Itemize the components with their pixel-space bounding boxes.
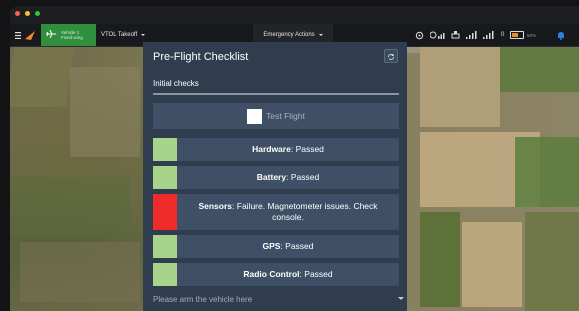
- window-controls: [15, 11, 40, 16]
- check-name: Battery: [256, 171, 287, 182]
- flight-mode-dropdown[interactable]: VTOL Takeoff: [101, 24, 146, 46]
- test-flight-label: Test Flight: [266, 111, 305, 121]
- check-name: Sensors: [198, 200, 233, 211]
- check-name: Hardware: [252, 143, 291, 154]
- section-label: Initial checks: [153, 79, 199, 88]
- check-status: Passed: [304, 268, 333, 279]
- notification-bell-icon[interactable]: [557, 24, 565, 46]
- preflight-checklist-panel: Pre-Flight Checklist Initial checks Test…: [143, 42, 407, 311]
- link-count: 0: [501, 32, 505, 38]
- arm-vehicle-hint[interactable]: Please arm the vehicle here: [153, 295, 252, 304]
- rc-signal-icon[interactable]: [466, 24, 477, 46]
- test-flight-checkbox[interactable]: [247, 108, 263, 124]
- check-row-battery[interactable]: Battery: Passed: [153, 166, 399, 189]
- check-row-hardware[interactable]: Hardware: Passed: [153, 138, 399, 161]
- gps-status-icon[interactable]: [415, 24, 424, 46]
- vehicle-icon[interactable]: [451, 24, 460, 46]
- link-signal-icon[interactable]: [483, 24, 494, 46]
- plane-icon: [46, 29, 56, 40]
- check-row-sensors[interactable]: Sensors: Failure. Magnetometer issues. C…: [153, 194, 399, 230]
- status-indicator: [153, 138, 177, 161]
- chevron-down-icon[interactable]: [398, 297, 404, 300]
- maximize-window-button[interactable]: [35, 11, 40, 16]
- check-name: Radio Control: [243, 268, 300, 279]
- battery-label: 50%: [527, 32, 537, 38]
- emergency-actions-label: Emergency Actions: [263, 32, 315, 38]
- check-status: Passed: [290, 171, 320, 182]
- panel-title: Pre-Flight Checklist: [153, 51, 249, 63]
- minimize-window-button[interactable]: [25, 11, 30, 16]
- refresh-icon[interactable]: [384, 49, 398, 63]
- flight-mode-label: VTOL Takeoff: [101, 32, 138, 38]
- app-logo[interactable]: [24, 24, 36, 46]
- status-indicator: [153, 263, 177, 286]
- check-status: Failure. Magnetometer issues. Check cons…: [236, 200, 378, 222]
- test-flight-row[interactable]: Test Flight: [153, 103, 399, 129]
- status-indicator: [153, 194, 177, 230]
- chevron-down-icon: [318, 34, 323, 36]
- check-status: Passed: [285, 240, 314, 251]
- battery-icon: [510, 31, 524, 39]
- chevron-down-icon: [141, 34, 146, 36]
- close-window-button[interactable]: [15, 11, 20, 16]
- check-name: GPS: [262, 240, 281, 251]
- check-row-gps[interactable]: GPS: Passed: [153, 235, 399, 258]
- telemetry-signal-icon[interactable]: [430, 24, 446, 46]
- status-indicator: [153, 166, 177, 189]
- check-status: Passed: [295, 143, 324, 154]
- hamburger-icon[interactable]: [15, 24, 21, 46]
- check-row-radio-control[interactable]: Radio Control: Passed: [153, 263, 399, 286]
- vehicle-type: Fixed-wing: [61, 35, 83, 40]
- vehicle-status-block[interactable]: Vehicle 1 Fixed-wing: [41, 24, 96, 46]
- battery-indicator[interactable]: 50%: [510, 24, 536, 46]
- section-divider: [153, 93, 399, 95]
- status-indicator: [153, 235, 177, 258]
